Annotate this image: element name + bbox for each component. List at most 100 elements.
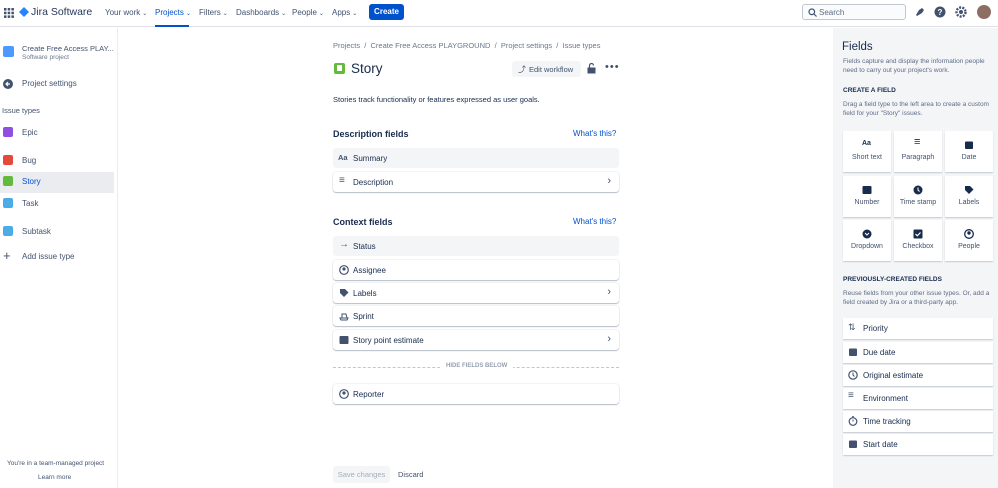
item-label: Due date — [863, 348, 896, 357]
field-label: Summary — [353, 154, 388, 163]
field-labels[interactable]: Labels › — [333, 283, 619, 303]
breadcrumb-project-settings[interactable]: Project settings — [501, 41, 552, 50]
save-changes-button[interactable]: Save changes — [333, 466, 390, 483]
field-type-short-text[interactable]: Aa Short text — [843, 131, 891, 172]
clock-icon — [848, 370, 858, 380]
back-label: Project settings — [22, 79, 77, 88]
project-name[interactable]: Create Free Access PLAY... — [22, 44, 114, 53]
settings-gear-icon[interactable] — [955, 6, 967, 18]
unlock-icon[interactable] — [587, 63, 596, 74]
item-label: Task — [22, 199, 39, 208]
previous-field-start-date[interactable]: Start date — [843, 434, 993, 455]
chevron-down-icon: ⌄ — [281, 11, 287, 17]
more-actions-icon[interactable]: ••• — [605, 61, 620, 73]
sprint-icon — [339, 313, 349, 321]
field-type-date[interactable]: Date — [945, 131, 993, 172]
calendar-icon — [849, 348, 857, 356]
user-avatar[interactable] — [977, 5, 991, 19]
discard-button[interactable]: Discard — [398, 470, 423, 479]
field-story-point-estimate[interactable]: Story point estimate › — [333, 330, 619, 350]
sidebar-item-task[interactable]: Task — [0, 194, 114, 214]
calendar-icon — [849, 440, 857, 448]
back-to-project-settings[interactable]: Project settings — [0, 74, 114, 94]
learn-more-link[interactable]: Learn more — [38, 474, 71, 481]
field-type-labels[interactable]: Labels — [945, 176, 993, 217]
page-title: Story — [351, 61, 383, 76]
create-field-help: Drag a field type to the left area to cr… — [843, 101, 989, 117]
create-button[interactable]: Create — [369, 4, 404, 20]
tag-icon — [340, 289, 349, 297]
project-avatar-icon — [3, 46, 14, 57]
add-issue-type-button[interactable]: + Add issue type — [0, 247, 114, 267]
sidebar-item-epic[interactable]: Epic — [0, 123, 114, 143]
context-fields-heading: Context fields — [333, 217, 393, 227]
breadcrumb-projects[interactable]: Projects — [333, 41, 360, 50]
sidebar-item-subtask[interactable]: Subtask — [0, 222, 114, 242]
app-switcher-icon[interactable] — [4, 8, 14, 18]
nav-your-work[interactable]: Your work ⌄ — [105, 8, 147, 17]
bug-icon — [3, 155, 13, 165]
field-type-paragraph[interactable]: ≡ Paragraph — [894, 131, 942, 172]
field-status[interactable]: → Status — [333, 236, 619, 256]
nav-label: Projects — [155, 8, 184, 17]
notifications-icon[interactable] — [914, 7, 925, 18]
add-label: Add issue type — [22, 252, 75, 261]
tile-label: Paragraph — [901, 154, 935, 161]
field-label: Status — [353, 242, 376, 251]
project-type: Software project — [22, 54, 69, 61]
breadcrumb: Projects / Create Free Access PLAYGROUND… — [333, 41, 601, 50]
previous-field-environment[interactable]: ≡ Environment — [843, 388, 993, 409]
previous-field-due-date[interactable]: Due date — [843, 342, 993, 363]
field-reporter[interactable]: Reporter — [333, 384, 619, 404]
nav-label: Dashboards — [236, 8, 280, 17]
edit-workflow-button[interactable]: ⤴ Edit workflow — [512, 61, 581, 77]
field-type-dropdown[interactable]: Dropdown — [843, 220, 891, 261]
issue-types-heading: Issue types — [2, 106, 40, 115]
field-description[interactable]: ≡ Description › — [333, 172, 619, 192]
previous-fields-heading: PREVIOUSLY-CREATED FIELDS — [843, 276, 942, 283]
chevron-down-icon: ⌄ — [142, 11, 148, 17]
field-label: Reporter — [353, 390, 385, 399]
sidebar-item-story[interactable]: Story — [0, 172, 114, 193]
item-label: Environment — [863, 394, 908, 403]
stopwatch-icon — [848, 416, 858, 426]
sidebar-item-bug[interactable]: Bug — [0, 151, 114, 171]
paragraph-icon: ≡ — [339, 175, 345, 186]
chevron-right-icon: › — [607, 333, 611, 345]
jira-logo-icon[interactable] — [19, 7, 29, 17]
nav-label: People — [292, 8, 317, 17]
breadcrumb-project[interactable]: Create Free Access PLAYGROUND — [371, 41, 491, 50]
field-label: Sprint — [353, 312, 374, 321]
search-icon — [808, 8, 817, 17]
chevron-right-icon: › — [607, 286, 611, 298]
chevron-right-icon: › — [607, 175, 611, 187]
description-fields-heading: Description fields — [333, 129, 409, 139]
field-sprint[interactable]: Sprint — [333, 306, 619, 326]
number-icon — [339, 336, 349, 344]
whats-this-link[interactable]: What's this? — [573, 129, 616, 138]
field-assignee[interactable]: Assignee — [333, 260, 619, 280]
previous-field-original-estimate[interactable]: Original estimate — [843, 365, 993, 386]
nav-filters[interactable]: Filters ⌄ — [199, 8, 228, 17]
tile-label: Number — [854, 199, 880, 206]
field-type-checkbox[interactable]: Checkbox — [894, 220, 942, 261]
nav-projects[interactable]: Projects ⌄ — [155, 8, 191, 17]
help-icon[interactable]: ? — [934, 6, 946, 18]
field-summary[interactable]: Aa Summary — [333, 148, 619, 168]
product-name[interactable]: Jira Software — [31, 6, 92, 18]
previous-field-time-tracking[interactable]: Time tracking — [843, 411, 993, 432]
nav-people[interactable]: People ⌄ — [292, 8, 324, 17]
search-input[interactable]: Search — [802, 4, 906, 20]
nav-dashboards[interactable]: Dashboards ⌄ — [236, 8, 286, 17]
back-arrow-icon — [3, 79, 13, 89]
field-type-people[interactable]: People — [945, 220, 993, 261]
breadcrumb-issue-types[interactable]: Issue types — [563, 41, 601, 50]
previous-field-priority[interactable]: ⇅ Priority — [843, 318, 993, 339]
field-label: Assignee — [353, 266, 386, 275]
field-type-time-stamp[interactable]: Time stamp — [894, 176, 942, 217]
tile-label: Dropdown — [851, 243, 883, 250]
field-type-number[interactable]: Number — [843, 176, 891, 217]
whats-this-link[interactable]: What's this? — [573, 217, 616, 226]
number-icon — [862, 186, 872, 194]
nav-apps[interactable]: Apps ⌄ — [332, 8, 357, 17]
